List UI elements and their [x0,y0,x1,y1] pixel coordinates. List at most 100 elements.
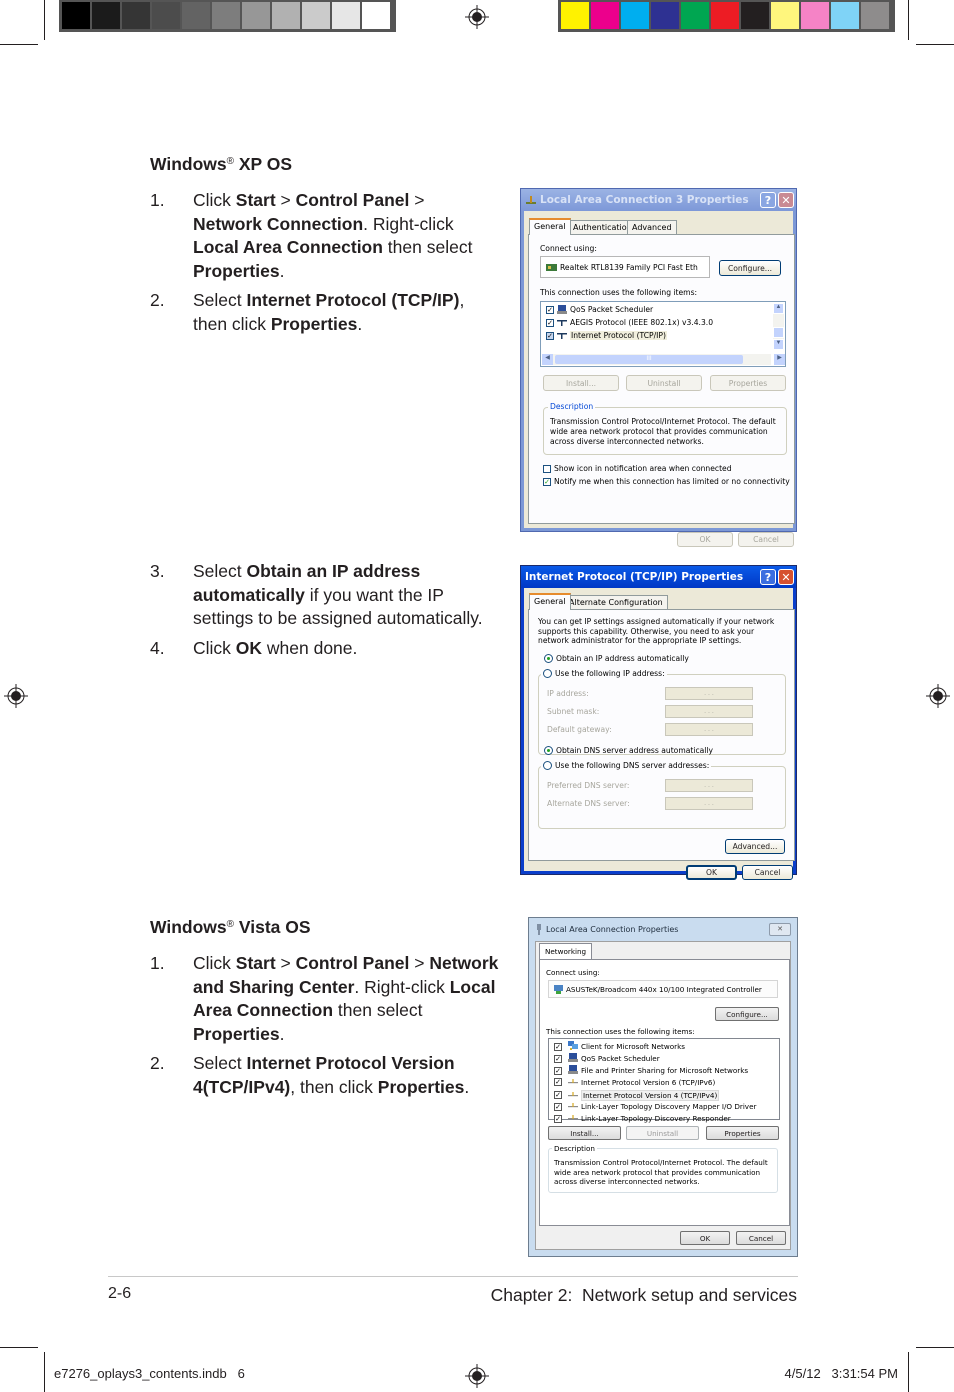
notify-checkbox-row[interactable]: ✓ Notify me when this connection has limi… [543,477,790,486]
network-client-icon [568,1041,578,1052]
notify-checkbox[interactable]: ✓ [543,477,551,486]
use-dns-radio-row[interactable]: Use the following DNS server addresses: [541,761,712,770]
checkbox[interactable]: ✓ [554,1066,562,1075]
help-button[interactable]: ? [760,192,776,208]
tab-general[interactable]: General [529,218,571,235]
ip-address-label: IP address: [547,689,589,698]
step-text: Click [193,190,236,210]
cancel-button[interactable]: Cancel [736,1231,786,1245]
checkbox[interactable]: ✓ [546,318,554,327]
use-ip-radio-row[interactable]: Use the following IP address: [541,669,667,678]
scroll-down-icon[interactable]: ▼ [773,339,784,350]
configure-button[interactable]: Configure... [715,1007,779,1021]
properties-button[interactable]: Properties [706,1126,779,1140]
show-icon-checkbox[interactable] [543,464,551,473]
xp-step-3: 3. Select Obtain an IP address automatic… [150,561,483,628]
protocol-icon [568,1091,578,1100]
list-item[interactable]: ✓ File and Printer Sharing for Microsoft … [554,1065,748,1076]
obtain-ip-radio[interactable] [544,654,553,663]
checkbox[interactable]: ✓ [554,1054,562,1063]
ok-button[interactable]: OK [677,532,733,547]
cancel-button[interactable]: Cancel [742,865,793,880]
list-item[interactable]: ✓ AEGIS Protocol (IEEE 802.1x) v3.4.3.0 [546,318,713,327]
grey-swatch [182,2,210,29]
list-item[interactable]: ✓ Client for Microsoft Networks [554,1041,685,1052]
list-item[interactable]: ✓ QoS Packet Scheduler [554,1053,660,1064]
components-list[interactable]: ✓ QoS Packet Scheduler ✓ AEGIS Protocol … [540,301,786,367]
step-text: . [279,1023,285,1044]
tab-networking[interactable]: Networking [539,943,593,959]
list-item-label: QoS Packet Scheduler [581,1054,660,1064]
dialog-client-area: Networking Connect using: ASUSTeK/Broadc… [535,941,791,1250]
close-button[interactable]: ✕ [769,922,791,936]
ok-button[interactable]: OK [680,1231,730,1245]
process-color-swatch [801,2,829,29]
checkbox[interactable]: ✓ [546,305,554,314]
show-icon-checkbox-row[interactable]: Show icon in notification area when conn… [543,464,732,473]
static-ip-group: Use the following IP address: IP address… [538,669,786,755]
bold-term: Properties [270,313,358,334]
checkbox[interactable]: ✓ [546,331,554,340]
checkbox[interactable]: ✓ [554,1091,562,1100]
subnet-mask-field[interactable]: . . . [665,705,753,718]
ip-address-field[interactable]: . . . [665,687,753,700]
checkbox[interactable]: ✓ [554,1114,562,1123]
description-group: Description Transmission Control Protoco… [548,1144,778,1193]
grey-swatch [212,2,240,29]
use-dns-radio[interactable] [543,761,552,770]
scroll-left-icon[interactable]: ◀ [542,354,553,365]
alternate-dns-field[interactable]: . . . [665,797,753,810]
advanced-button[interactable]: Advanced... [725,839,785,854]
cancel-button[interactable]: Cancel [738,532,794,547]
components-list[interactable]: ✓ Client for Microsoft Networks ✓ QoS Packe… [548,1038,780,1123]
horizontal-scrollbar[interactable]: ◀ III ▶ [542,354,785,365]
grey-color-bar [59,0,396,32]
xp-step-4: 4. Click OK when done. [150,638,358,658]
crop-mark [916,1347,954,1348]
close-button[interactable]: ✕ [778,192,794,208]
process-color-bar [558,0,895,32]
obtain-dns-radio-row[interactable]: Obtain DNS server address automatically [544,746,713,755]
scroll-right-icon[interactable]: ▶ [774,354,785,365]
use-ip-radio[interactable] [543,669,552,678]
close-button[interactable]: ✕ [778,569,794,585]
bold-term: Properties [377,1076,465,1097]
step-text: , then click [290,1076,378,1097]
list-item[interactable]: ✓ Link-Layer Topology Discovery Responder [554,1114,731,1123]
checkbox[interactable]: ✓ [554,1078,562,1087]
list-item[interactable]: ✓ QoS Packet Scheduler [546,305,653,314]
scroll-thumb[interactable]: III [555,355,743,364]
obtain-ip-radio-row[interactable]: Obtain an IP address automatically [544,654,689,663]
checkbox[interactable]: ✓ [554,1042,562,1051]
list-item[interactable]: ✓ Link-Layer Topology Discovery Mapper I/… [554,1102,756,1111]
bold-term: Control Panel [295,953,410,973]
help-button[interactable]: ? [760,569,776,585]
bold-term: Internet Protocol (TCP/IP) [246,290,460,310]
ok-button[interactable]: OK [686,865,737,880]
preferred-dns-field[interactable]: . . . [665,779,753,792]
uninstall-button[interactable]: Uninstall [626,1126,699,1140]
configure-button[interactable]: Configure... [719,260,781,276]
description-group: Description Transmission Control Protoco… [543,402,787,455]
properties-button[interactable]: Properties [710,375,786,391]
list-item[interactable]: ✓ Internet Protocol Version 6 (TCP/IPv6) [554,1078,715,1087]
scroll-thumb[interactable] [773,327,784,338]
uninstall-button[interactable]: Uninstall [626,375,702,391]
tab-alternate-configuration[interactable]: Alternate Configuration [564,595,668,610]
tab-advanced[interactable]: Advanced [627,220,677,235]
grey-swatch [302,2,330,29]
connect-using-label: Connect using: [546,968,600,977]
scroll-up-icon[interactable]: ▲ [773,303,784,314]
bold-term: Start [235,953,276,973]
network-connection-icon [537,923,541,935]
vertical-scrollbar[interactable]: ▲ ▼ [773,303,784,350]
install-button[interactable]: Install... [543,375,619,391]
list-item-selected[interactable]: ✓ Internet Protocol (TCP/IP) [546,331,667,340]
list-item-selected[interactable]: ✓ Internet Protocol Version 4 (TCP/IPv4) [554,1089,720,1101]
tab-general[interactable]: General [529,593,571,610]
obtain-dns-radio[interactable] [544,746,553,755]
checkbox[interactable]: ✓ [554,1102,562,1111]
step-text: > [409,190,425,210]
install-button[interactable]: Install... [548,1126,621,1140]
default-gateway-field[interactable]: . . . [665,723,753,736]
